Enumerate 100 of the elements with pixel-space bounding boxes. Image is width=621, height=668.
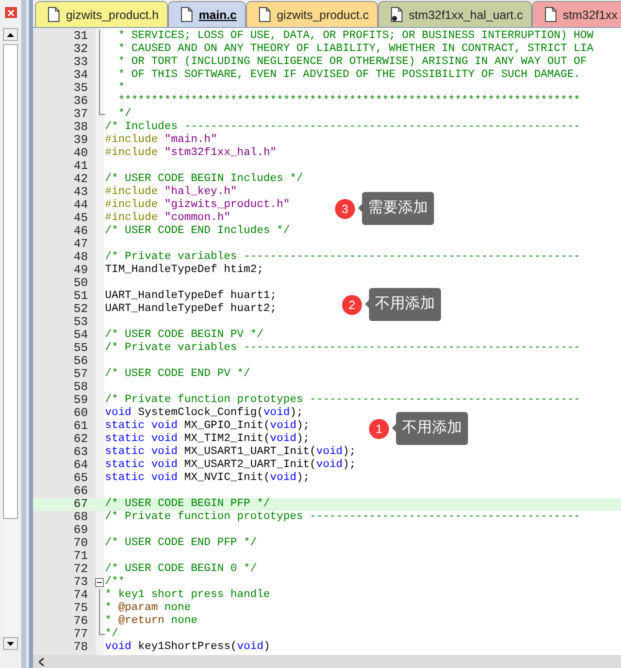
code-line: * key1 short press handle [105, 589, 270, 602]
code-line: UART_HandleTypeDef huart1; [105, 290, 277, 303]
code-line: /** [105, 576, 125, 589]
document-icon [258, 7, 271, 22]
line-number: 54 [72, 329, 88, 342]
line-number: 70 [72, 537, 88, 550]
line-number: 63 [72, 446, 88, 459]
line-number: 49 [72, 264, 88, 277]
fold-end-line [99, 108, 105, 115]
code-line: * CAUSED AND ON ANY THEORY OF LIABILITY, WHETHER IN CONTRACT, STRICT LIA [117, 43, 594, 56]
line-number: 64 [72, 459, 88, 472]
line-number: 31 [72, 30, 88, 43]
code-line: * OF THIS SOFTWARE, EVEN IF ADVISED OF THE POSSIBILITY OF SUCH DAMAGE. [117, 69, 580, 82]
line-number: 76 [72, 615, 88, 628]
code-line: /* USER CODE BEGIN PV */ [105, 329, 264, 342]
line-number: 47 [72, 238, 88, 251]
file-tab[interactable]: gizwits_product.h [35, 1, 168, 27]
horizontal-scrollbar[interactable] [33, 655, 621, 668]
line-number: 48 [72, 251, 88, 264]
line-number: 68 [72, 511, 88, 524]
code-line: * @return none [105, 615, 198, 628]
code-line: static void MX_USART2_UART_Init(void); [105, 459, 356, 472]
line-number: 73 [72, 576, 88, 589]
file-tab[interactable]: main.c [168, 1, 246, 27]
step-number-badge: 1 [369, 418, 389, 438]
code-line: #include "stm32f1xx_hal.h" [105, 147, 277, 160]
code-line: #include "hal_key.h" [105, 186, 238, 199]
file-tab[interactable]: gizwits_product.c [246, 1, 378, 27]
code-line: /* USER CODE END Includes */ [105, 225, 290, 238]
line-number: 78 [72, 641, 88, 654]
line-number: 43 [72, 186, 88, 199]
code-line: * [117, 82, 125, 95]
document-icon [48, 7, 60, 22]
code-line: static void MX_GPIO_Init(void); [105, 420, 310, 433]
line-number: 58 [72, 381, 88, 394]
code-line: static void MX_TIM2_Init(void); [105, 433, 310, 446]
line-number: 65 [72, 472, 88, 485]
code-line: /* USER CODE BEGIN Includes */ [105, 173, 304, 186]
marked-document-icon [390, 7, 403, 22]
up-arrow-icon [7, 32, 14, 36]
close-icon [8, 10, 14, 16]
code-line: /* USER CODE BEGIN PFP */ [105, 498, 270, 511]
scroll-thumb[interactable] [3, 44, 18, 519]
code-line: /* Private function prototypes ----------------------------------------- [105, 511, 580, 524]
scroll-down-button[interactable] [3, 637, 18, 650]
line-number: 51 [72, 290, 88, 303]
vertical-scrollbar[interactable] [3, 28, 18, 650]
line-number: 42 [72, 173, 88, 186]
code-line: void SystemClock_Config(void); [105, 407, 304, 420]
line-number: 61 [72, 420, 88, 433]
code-line: static void MX_USART1_UART_Init(void); [105, 446, 356, 459]
code-line: * OR TORT (INCLUDING NEGLIGENCE OR OTHERWISE) ARISING IN ANY WAY OUT OF [117, 56, 587, 69]
file-tab[interactable]: stm32f1xx [532, 1, 621, 27]
file-tab[interactable]: stm32f1xx_hal_uart.c [378, 1, 532, 27]
line-number: 46 [72, 225, 88, 238]
line-number: 71 [72, 550, 88, 563]
code-line: /* USER CODE END PFP */ [105, 537, 257, 550]
line-number: 41 [72, 160, 88, 173]
code-line: */ [105, 628, 118, 641]
line-number: 50 [72, 277, 88, 290]
code-line: /* USER CODE END PV */ [105, 368, 250, 381]
code-line: /* Private variables --------------------------------------------------- [105, 342, 580, 355]
line-number: 52 [72, 303, 88, 316]
step-number-badge: 2 [342, 294, 362, 314]
line-number: 53 [72, 316, 88, 329]
document-icon [544, 7, 557, 22]
code-line: TIM_HandleTypeDef htim2; [105, 264, 264, 277]
close-button[interactable] [4, 7, 16, 18]
code-line: * SERVICES; LOSS OF USE, DATA, OR PROFITS; OR BUSINESS INTERRUPTION) HOW [117, 30, 594, 43]
code-line: /* Private variables --------------------------------------------------- [105, 251, 580, 264]
line-number: 35 [72, 82, 88, 95]
line-number: 39 [72, 134, 88, 147]
code-line: #include "common.h" [105, 212, 230, 225]
code-line: /* USER CODE BEGIN 0 */ [105, 563, 257, 576]
fold-toggle-icon[interactable] [95, 578, 104, 587]
line-number: 74 [72, 589, 88, 602]
line-number: 44 [72, 199, 88, 212]
line-number: 66 [72, 485, 88, 498]
code-line: ********************************************************************** [117, 95, 580, 108]
line-number: 75 [72, 602, 88, 615]
fold-end-line [99, 628, 105, 635]
line-number: 45 [72, 212, 88, 225]
line-number: 69 [72, 524, 88, 537]
line-number: 59 [72, 394, 88, 407]
line-number: 56 [72, 355, 88, 368]
line-number: 40 [72, 147, 88, 160]
line-number: 34 [72, 69, 88, 82]
code-line: #include "main.h" [105, 134, 218, 147]
code-line: #include "gizwits_product.h" [105, 199, 290, 212]
document-icon [180, 7, 193, 22]
down-arrow-icon [7, 642, 14, 646]
line-number: 33 [72, 56, 88, 69]
code-line: /* Private function prototypes ----------------------------------------- [105, 394, 580, 407]
code-line: void key1ShortPress(void) [105, 641, 270, 654]
line-number: 37 [72, 108, 88, 121]
code-line: /* Includes ------------------------------------------------------------ [105, 121, 580, 134]
line-number: 36 [72, 95, 88, 108]
step-number-badge: 3 [335, 198, 355, 218]
scroll-up-button[interactable] [3, 28, 18, 41]
line-number: 55 [72, 342, 88, 355]
